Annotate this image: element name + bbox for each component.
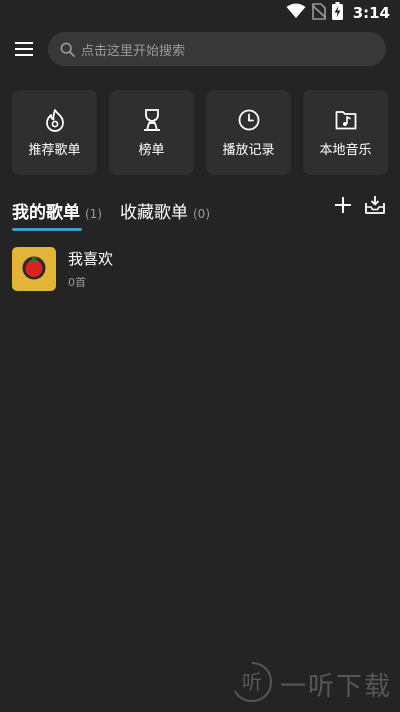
- tile-label: 本地音乐: [319, 143, 372, 158]
- tab-my-playlists[interactable]: 我的歌单 (1): [12, 198, 102, 223]
- playlist-cover: [12, 247, 56, 291]
- status-bar: 3:14: [0, 0, 400, 26]
- search-icon: [59, 41, 75, 57]
- header: 点击这里开始搜索: [0, 32, 400, 68]
- playlist-song-count: 0首: [68, 276, 86, 289]
- playlist-title: 我喜欢: [68, 250, 114, 268]
- watermark-text: 一听下载: [280, 671, 393, 702]
- status-time: 3:14: [352, 4, 390, 22]
- music-folder-icon: [333, 107, 359, 133]
- tab-label: 收藏歌单: [120, 203, 188, 223]
- app-screen: 3:14 点击这里开始搜索 推荐歌单 榜单 播放记录 本地音乐 我的歌单 (1)…: [0, 0, 400, 712]
- search-input[interactable]: 点击这里开始搜索: [48, 32, 386, 66]
- svg-text:听: 听: [242, 670, 262, 694]
- tab-collected-playlists[interactable]: 收藏歌单 (0): [120, 198, 210, 223]
- tab-count: (0): [193, 207, 210, 221]
- menu-button[interactable]: [12, 38, 36, 62]
- tab-count: (1): [85, 207, 102, 221]
- import-playlist-button[interactable]: [362, 194, 388, 220]
- playlist-tabs: 我的歌单 (1) 收藏歌单 (0): [12, 194, 400, 234]
- no-sim-icon: [311, 2, 327, 24]
- playlist-item[interactable]: 我喜欢 0首: [12, 247, 388, 293]
- watermark-logo-icon: 听: [230, 660, 274, 708]
- hamburger-menu-icon: [15, 41, 33, 60]
- watermark: 听 一听下载: [230, 656, 400, 712]
- tile-local-music[interactable]: 本地音乐: [303, 90, 388, 175]
- search-placeholder: 点击这里开始搜索: [81, 43, 186, 59]
- wifi-icon: [286, 3, 306, 23]
- tomato-icon: [19, 252, 49, 286]
- tile-charts[interactable]: 榜单: [109, 90, 194, 175]
- tab-active-indicator: [12, 228, 82, 231]
- trophy-icon: [139, 107, 165, 133]
- tile-label: 榜单: [138, 143, 165, 158]
- inbox-import-icon: [364, 195, 386, 219]
- recommend-flame-icon: [42, 107, 68, 133]
- tab-label: 我的歌单: [12, 203, 80, 223]
- quick-tiles: 推荐歌单 榜单 播放记录 本地音乐: [12, 90, 388, 175]
- add-playlist-button[interactable]: [330, 194, 356, 220]
- tile-recommended-playlists[interactable]: 推荐歌单: [12, 90, 97, 175]
- tile-label: 播放记录: [222, 143, 275, 158]
- clock-icon: [236, 107, 262, 133]
- tile-label: 推荐歌单: [28, 143, 81, 158]
- status-icons: 3:14: [286, 2, 390, 24]
- battery-charging-icon: [331, 2, 343, 24]
- tile-play-history[interactable]: 播放记录: [206, 90, 291, 175]
- plus-icon: [334, 196, 352, 218]
